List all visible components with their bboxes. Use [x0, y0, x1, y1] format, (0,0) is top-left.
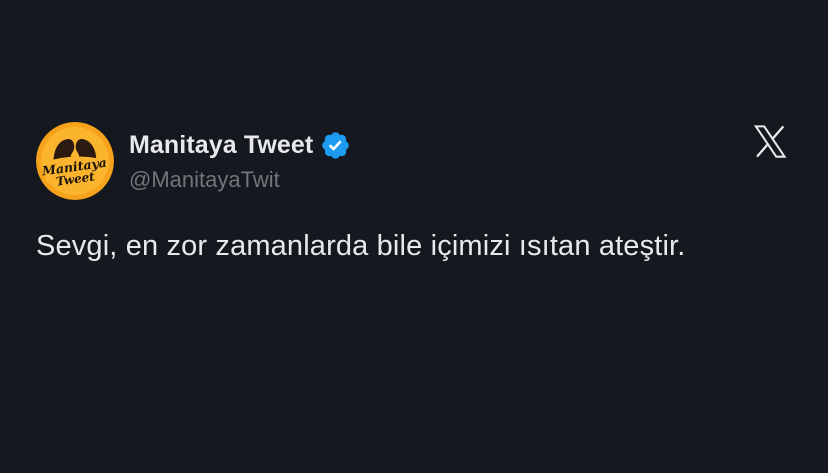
display-name[interactable]: Manitaya Tweet: [129, 131, 313, 160]
author-block: Manitaya Tweet @ManitayaTwit: [129, 126, 351, 193]
handle[interactable]: @ManitayaTwit: [129, 167, 351, 193]
name-row: Manitaya Tweet: [129, 126, 351, 164]
avatar[interactable]: Manitaya Tweet: [36, 122, 114, 200]
verified-badge-icon: [322, 131, 350, 159]
x-logo-icon[interactable]: [751, 124, 789, 159]
tweet-text: Sevgi, en zor zamanlarda bile içimizi ıs…: [36, 230, 686, 262]
tweet-card: Manitaya Tweet Manitaya Tweet @ManitayaT…: [0, 0, 828, 473]
manitaya-logo-icon: Manitaya Tweet: [36, 122, 114, 200]
